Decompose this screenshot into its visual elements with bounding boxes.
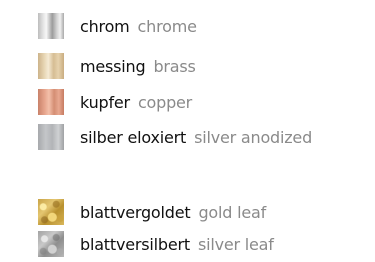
copper-swatch-icon <box>38 89 64 115</box>
finish-item-gold-leaf: blattvergoldet gold leaf <box>38 199 266 225</box>
finish-name-english: silver leaf <box>197 234 274 254</box>
finish-name-german: kupfer <box>80 92 130 112</box>
finish-item-silver-leaf: blattversilbert silver leaf <box>38 231 274 257</box>
finish-options-panel: chrom chrome messing brass kupfer copper… <box>0 0 375 262</box>
gold-leaf-swatch-icon <box>38 199 64 225</box>
finish-name-english: brass <box>153 56 196 76</box>
finish-name-german: blattvergoldet <box>80 202 191 222</box>
finish-item-chrome: chrom chrome <box>38 13 197 39</box>
finish-item-silver-anodized: silber eloxiert silver anodized <box>38 124 312 150</box>
finish-name-german: chrom <box>80 16 130 36</box>
finish-name-german: messing <box>80 56 146 76</box>
finish-item-brass: messing brass <box>38 53 196 79</box>
finish-name-english: chrome <box>137 16 197 36</box>
finish-name-english: copper <box>137 92 193 112</box>
silver-anodized-swatch-icon <box>38 124 64 150</box>
chrome-swatch-icon <box>38 13 64 39</box>
finish-name-german: silber eloxiert <box>80 127 187 147</box>
finish-name-english: gold leaf <box>198 202 266 222</box>
finish-item-copper: kupfer copper <box>38 89 192 115</box>
brass-swatch-icon <box>38 53 64 79</box>
finish-name-german: blattversilbert <box>80 234 190 254</box>
finish-name-english: silver anodized <box>194 127 313 147</box>
silver-leaf-swatch-icon <box>38 231 64 257</box>
